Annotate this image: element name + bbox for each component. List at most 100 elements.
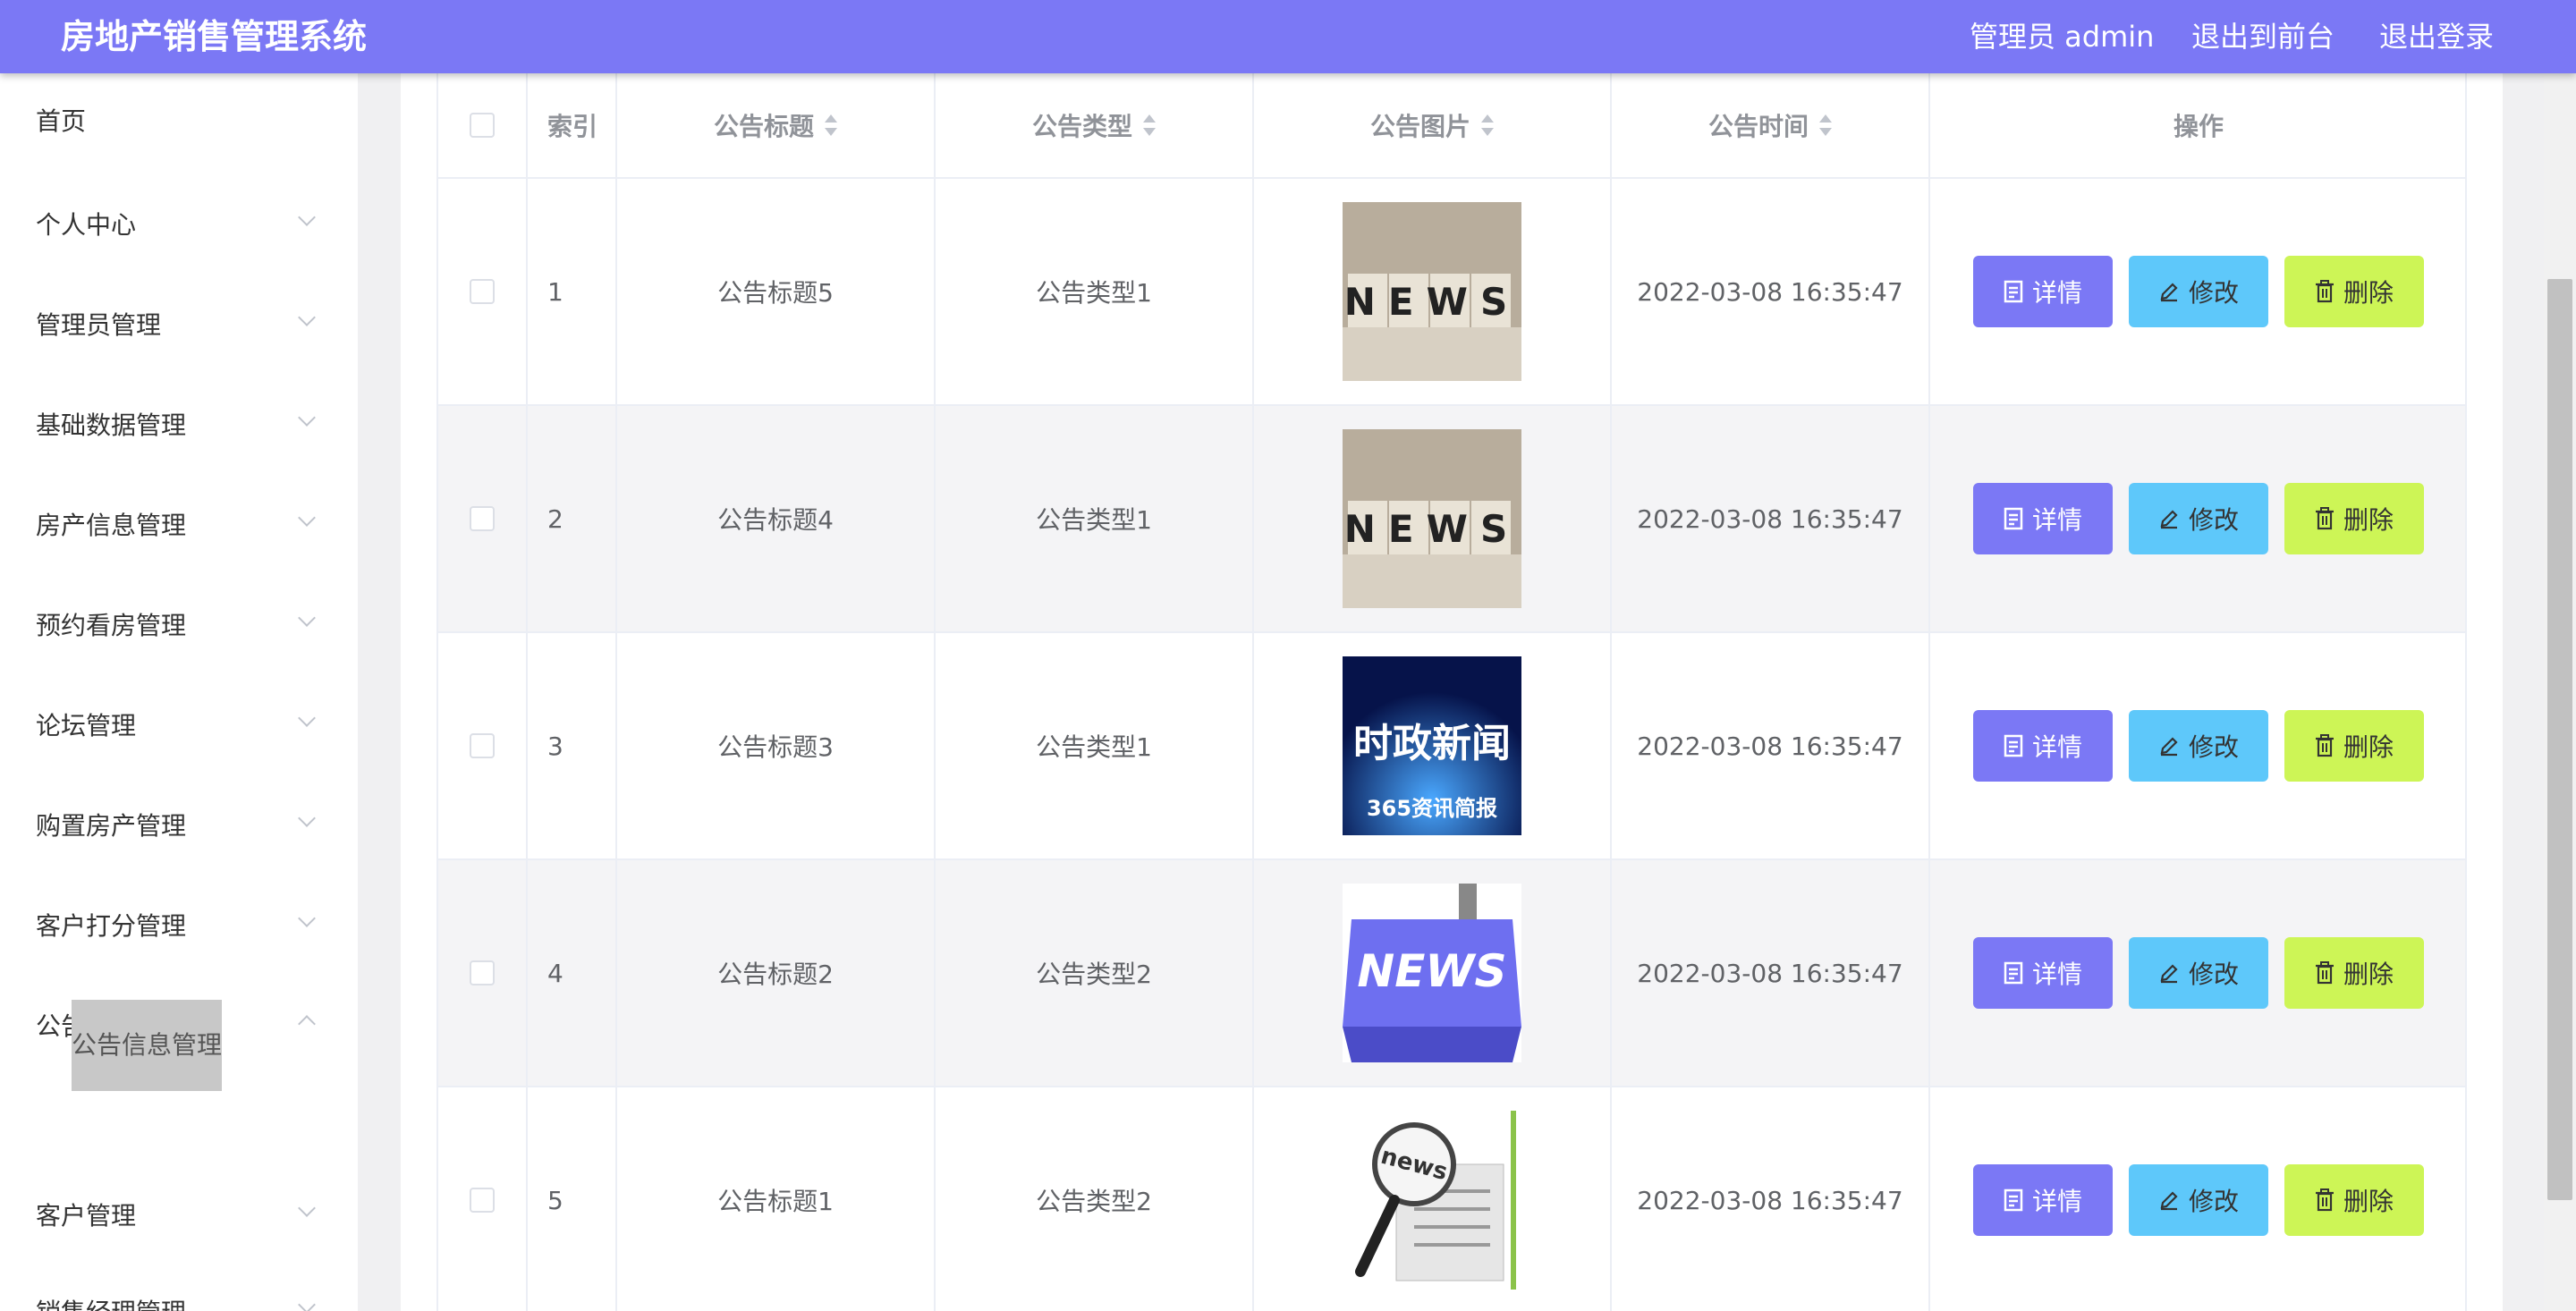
header-image[interactable]: 公告图片 (1254, 73, 1612, 177)
sidebar-item-purchase[interactable]: 购置房产管理 (36, 808, 186, 844)
delete-button[interactable]: 删除 (2284, 710, 2424, 782)
row-type: 公告类型2 (936, 1087, 1254, 1311)
table-row: 2 公告标题4 公告类型1 NEWS 2022-03-08 16:35:47 详… (438, 406, 2465, 633)
select-all-checkbox[interactable] (470, 113, 495, 138)
pencil-icon (2160, 510, 2178, 529)
row-checkbox[interactable] (470, 1188, 495, 1213)
header-actions-label: 操作 (2173, 112, 2224, 141)
edit-button-label: 修改 (2188, 732, 2239, 762)
header-title[interactable]: 公告标题 (617, 73, 936, 177)
delete-button-label: 删除 (2343, 1187, 2394, 1216)
sort-icon[interactable] (825, 114, 837, 136)
exit-to-front-link[interactable]: 退出到前台 (2191, 16, 2334, 57)
sidebar-item-sales-manager[interactable]: 销售经理管理 (36, 1295, 186, 1311)
document-icon (2004, 734, 2023, 757)
delete-button[interactable]: 删除 (2284, 1164, 2424, 1236)
svg-text:NEWS: NEWS (1344, 280, 1520, 324)
detail-button-label: 详情 (2031, 732, 2082, 762)
svg-text:365资讯简报: 365资讯简报 (1367, 796, 1497, 821)
detail-button[interactable]: 详情 (1973, 937, 2113, 1009)
sidebar-item-customer[interactable]: 客户管理 (36, 1198, 136, 1234)
header-actions: 操作 (1930, 73, 2465, 177)
news-cubes-image[interactable]: NEWS (1343, 202, 1521, 381)
top-navbar: 房地产销售管理系统 管理员 admin 退出到前台 退出登录 (0, 0, 2576, 73)
document-icon (2004, 507, 2023, 530)
header-type[interactable]: 公告类型 (936, 73, 1254, 177)
delete-button-label: 删除 (2343, 505, 2394, 535)
edit-button[interactable]: 修改 (2129, 937, 2268, 1009)
trash-icon (2315, 1188, 2334, 1212)
edit-button[interactable]: 修改 (2129, 256, 2268, 327)
detail-button[interactable]: 详情 (1973, 710, 2113, 782)
table-header: 索引 公告标题 公告类型 公告图片 公告时间 操作 (438, 73, 2465, 179)
delete-button-label: 删除 (2343, 960, 2394, 989)
row-select-cell (438, 406, 528, 631)
row-title: 公告标题1 (617, 1087, 936, 1311)
row-image-cell: news (1254, 1087, 1612, 1311)
delete-button[interactable]: 删除 (2284, 483, 2424, 554)
sidebar-item-basic-data[interactable]: 基础数据管理 (36, 408, 186, 444)
trash-icon (2315, 734, 2334, 757)
sidebar-item-property[interactable]: 房产信息管理 (36, 508, 186, 544)
table-row: 3 公告标题3 公告类型1 时政新闻 365资讯简报 2022-03-08 16… (438, 633, 2465, 860)
pencil-icon (2160, 1191, 2178, 1211)
row-time: 2022-03-08 16:35:47 (1612, 860, 1930, 1086)
sidebar-subitem-notice[interactable]: 公告信息管理 (72, 1000, 222, 1091)
edit-button[interactable]: 修改 (2129, 710, 2268, 782)
row-index: 2 (528, 406, 617, 631)
sidebar-item-rating[interactable]: 客户打分管理 (36, 909, 186, 944)
svg-text:NEWS: NEWS (1357, 945, 1506, 997)
delete-button[interactable]: 删除 (2284, 937, 2424, 1009)
trash-icon (2315, 280, 2334, 303)
row-select-cell (438, 860, 528, 1086)
header-time-label: 公告时间 (1707, 112, 1809, 141)
news-cubes-image[interactable]: NEWS (1343, 429, 1521, 608)
header-index: 索引 (528, 73, 617, 177)
row-checkbox[interactable] (470, 506, 495, 531)
row-image-cell: NEWS (1254, 179, 1612, 404)
sidebar-item-forum[interactable]: 论坛管理 (36, 708, 136, 744)
sort-icon[interactable] (1143, 114, 1156, 136)
page-scrollbar-thumb[interactable] (2547, 279, 2572, 1200)
row-time: 2022-03-08 16:35:47 (1612, 179, 1930, 404)
detail-button[interactable]: 详情 (1973, 256, 2113, 327)
pencil-icon (2160, 283, 2178, 302)
news-key-image[interactable]: NEWS (1343, 884, 1521, 1062)
detail-button[interactable]: 详情 (1973, 483, 2113, 554)
row-checkbox[interactable] (470, 733, 495, 758)
row-actions: 详情 修改 删除 (1930, 179, 2465, 404)
header-type-label: 公告类型 (1031, 112, 1132, 141)
row-actions: 详情 修改 删除 (1930, 406, 2465, 631)
sidebar-item-home[interactable]: 首页 (36, 104, 86, 140)
edit-button-label: 修改 (2188, 1187, 2239, 1216)
row-image-cell: 时政新闻 365资讯简报 (1254, 633, 1612, 858)
row-index: 1 (528, 179, 617, 404)
sidebar-item-profile[interactable]: 个人中心 (36, 207, 136, 243)
sort-icon[interactable] (1481, 114, 1494, 136)
logout-link[interactable]: 退出登录 (2379, 16, 2494, 57)
sort-icon[interactable] (1819, 114, 1832, 136)
detail-button[interactable]: 详情 (1973, 1164, 2113, 1236)
row-image-cell: NEWS (1254, 860, 1612, 1086)
row-type: 公告类型2 (936, 860, 1254, 1086)
news-magnifier-image[interactable]: news (1343, 1111, 1521, 1290)
row-time: 2022-03-08 16:35:47 (1612, 406, 1930, 631)
sidebar-item-viewing[interactable]: 预约看房管理 (36, 608, 186, 644)
document-icon (2004, 1188, 2023, 1212)
pencil-icon (2160, 737, 2178, 757)
row-title: 公告标题3 (617, 633, 936, 858)
edit-button[interactable]: 修改 (2129, 1164, 2268, 1236)
row-actions: 详情 修改 删除 (1930, 633, 2465, 858)
row-checkbox[interactable] (470, 279, 495, 304)
sidebar-item-admin[interactable]: 管理员管理 (36, 308, 161, 343)
pencil-icon (2160, 964, 2178, 984)
header-time[interactable]: 公告时间 (1612, 73, 1930, 177)
header-index-label: 索引 (547, 112, 598, 141)
row-index: 5 (528, 1087, 617, 1311)
delete-button[interactable]: 删除 (2284, 256, 2424, 327)
table-row: 1 公告标题5 公告类型1 NEWS 2022-03-08 16:35:47 详… (438, 179, 2465, 406)
political-news-image[interactable]: 时政新闻 365资讯简报 (1343, 656, 1521, 835)
edit-button[interactable]: 修改 (2129, 483, 2268, 554)
edit-button-label: 修改 (2188, 960, 2239, 989)
row-checkbox[interactable] (470, 960, 495, 985)
